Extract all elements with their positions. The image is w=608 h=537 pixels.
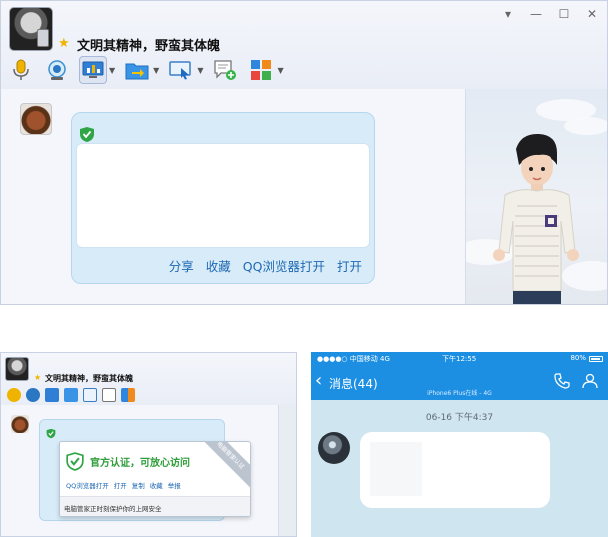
screen-share-button[interactable]: [79, 56, 107, 84]
webcam-icon[interactable]: [26, 388, 40, 402]
phone-call-icon[interactable]: [554, 373, 570, 389]
favorite-link[interactable]: 收藏: [150, 480, 163, 490]
close-button[interactable]: ✕: [585, 7, 599, 21]
voice-call-button[interactable]: [7, 56, 35, 84]
copy-link[interactable]: 复制: [132, 480, 145, 490]
shield-check-icon: [66, 452, 84, 471]
webcam-icon: [48, 60, 66, 80]
shield-check-icon: [46, 428, 56, 439]
remote-screen-icon[interactable]: [83, 388, 97, 402]
chat-add-icon[interactable]: [102, 388, 116, 402]
mobile-chat-screen: ●●●●○ 中国移动 4G 下午12:55 80% ‹ 消息(44) iPhon…: [311, 352, 608, 537]
tooltip-actions: QQ浏览器打开 打开 复制 收藏 举报: [66, 480, 181, 490]
chat-window-small: ★ 文明其精神，野蛮其体魄 官方认证，可放心访问 QQ浏览器打开 打开 复制 收…: [0, 352, 297, 537]
open-link[interactable]: 打开: [114, 480, 127, 490]
star-icon: ★: [58, 36, 70, 51]
verified-title: 官方认证，可放心访问: [90, 458, 190, 469]
window-header: ★ 文明其精神，野蛮其体魄: [1, 353, 296, 405]
contact-avatar[interactable]: [9, 7, 53, 51]
tooltip-header: 官方认证，可放心访问: [66, 452, 190, 471]
battery-percent: 80%: [570, 354, 586, 362]
message-timestamp: 06-16 下午4:37: [425, 413, 494, 423]
window-header: ★ 文明其精神，野蛮其体魄 ▾ — ☐ ✕ ▼ ▼ ▼ ▼: [1, 1, 607, 89]
chevron-down-icon[interactable]: ▼: [197, 66, 203, 75]
peer-avatar[interactable]: [20, 103, 52, 135]
window-controls: ▾ — ☐ ✕: [501, 7, 599, 21]
maximize-button[interactable]: ☐: [557, 7, 571, 21]
share-link[interactable]: 分享: [169, 256, 194, 275]
shield-check-icon: [80, 127, 94, 142]
open-in-qq-browser-link[interactable]: QQ浏览器打开: [66, 480, 109, 490]
microphone-icon: [13, 59, 29, 80]
open-link[interactable]: 打开: [337, 256, 362, 275]
apps-grid-icon[interactable]: [121, 388, 135, 402]
sender-avatar[interactable]: [318, 432, 350, 464]
minimize-button[interactable]: —: [529, 7, 543, 21]
contact-signature: 文明其精神，野蛮其体魄: [45, 374, 133, 383]
video-call-button[interactable]: [43, 56, 71, 84]
remote-screen-icon: [169, 61, 192, 80]
certified-ribbon: 电脑管家认证: [196, 442, 250, 490]
show-panel: [278, 405, 296, 536]
card-preview-area[interactable]: [76, 143, 370, 248]
battery-icon: [589, 356, 603, 362]
send-file-button[interactable]: [123, 56, 151, 84]
contact-avatar[interactable]: [5, 357, 29, 381]
menu-dropdown-button[interactable]: ▾: [501, 7, 515, 21]
monitor-icon[interactable]: [45, 388, 59, 402]
chat-add-icon: [214, 60, 237, 80]
status-time: 下午12:55: [442, 355, 477, 363]
microphone-icon[interactable]: [7, 388, 21, 402]
favorite-link[interactable]: 收藏: [206, 256, 231, 275]
tooltip-footer: 电脑管家正时刻保护你的上网安全: [60, 496, 250, 516]
star-icon: ★: [34, 373, 42, 382]
contact-signature: 文明其精神，野蛮其体魄: [77, 39, 221, 54]
create-discussion-button[interactable]: [211, 56, 239, 84]
status-bar: ●●●●○ 中国移动 4G 下午12:55 80%: [311, 352, 608, 366]
avatar-character: [493, 133, 579, 304]
chat-toolbar: [7, 388, 135, 402]
remote-desktop-button[interactable]: [167, 56, 195, 84]
folder-icon[interactable]: [64, 388, 78, 402]
carrier-label: ●●●●○ 中国移动 4G: [317, 355, 390, 363]
link-share-card[interactable]: 分享 收藏 QQ浏览器打开 打开: [71, 112, 375, 284]
contact-profile-icon[interactable]: [582, 373, 598, 389]
bubble-thumbnail: [370, 442, 422, 496]
open-in-qq-browser-link[interactable]: QQ浏览器打开: [243, 256, 325, 275]
chevron-down-icon[interactable]: ▼: [277, 66, 283, 75]
chevron-down-icon[interactable]: ▼: [109, 66, 115, 75]
report-link[interactable]: 举报: [168, 480, 181, 490]
message-bubble[interactable]: [360, 432, 550, 508]
peer-avatar[interactable]: [11, 415, 29, 433]
nav-bar: ‹ 消息(44) iPhone6 Plus在线 - 4G: [311, 366, 608, 400]
security-tooltip: 官方认证，可放心访问 QQ浏览器打开 打开 复制 收藏 举报 电脑管家正时刻保护…: [59, 441, 251, 517]
apps-button[interactable]: [247, 56, 275, 84]
monitor-icon: [82, 61, 104, 78]
card-actions: 分享 收藏 QQ浏览器打开 打开: [169, 256, 362, 275]
chevron-down-icon[interactable]: ▼: [153, 66, 159, 75]
device-status-subtitle: iPhone6 Plus在线 - 4G: [427, 390, 492, 397]
chat-window-large: ★ 文明其精神，野蛮其体魄 ▾ — ☐ ✕ ▼ ▼ ▼ ▼ 分享 收藏 QQ浏览…: [0, 0, 608, 305]
folder-icon: [125, 63, 149, 80]
apps-grid-icon: [251, 60, 272, 80]
chat-toolbar: ▼ ▼ ▼ ▼: [7, 56, 284, 84]
